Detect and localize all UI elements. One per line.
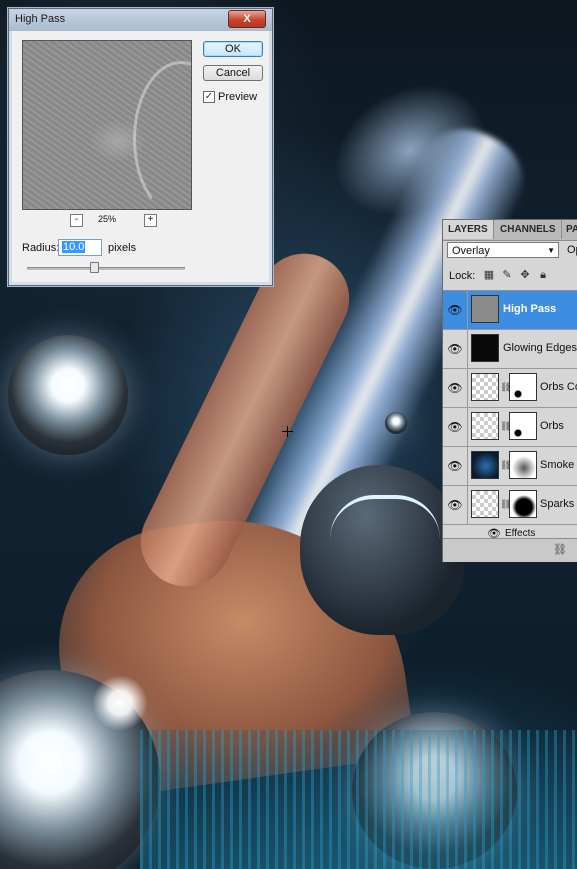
orb-left: [8, 335, 128, 455]
zoom-in-button[interactable]: +: [144, 214, 157, 227]
layer-mask-thumbnail[interactable]: [509, 451, 537, 479]
layer-row[interactable]: 👁︎ Glowing Edges: [443, 330, 577, 369]
layer-mask-thumbnail[interactable]: [509, 490, 537, 518]
brush-lock-icon[interactable]: ✎: [501, 269, 513, 281]
layer-thumbnail: [471, 373, 499, 401]
preview-image-detail: [133, 61, 191, 209]
layer-thumbnail: [471, 451, 499, 479]
layer-name: Orbs Cop: [540, 381, 577, 393]
layer-name: Sparks c: [540, 498, 577, 510]
eye-icon[interactable]: 👁︎: [443, 369, 468, 407]
city-lights: [140, 730, 577, 869]
dialog-titlebar[interactable]: High Pass X: [9, 9, 272, 31]
tab-layers[interactable]: LAYERS: [443, 220, 494, 239]
dialog-body: - 25% + OK Cancel ✓ Preview Radius: 10.0 …: [12, 31, 269, 282]
zoom-out-button[interactable]: -: [70, 214, 83, 227]
crosshair-cursor-icon: [282, 426, 293, 437]
close-button[interactable]: X: [228, 10, 266, 28]
radius-unit: pixels: [108, 242, 137, 254]
layer-name: Orbs: [540, 420, 564, 432]
panel-tabs: LAYERS CHANNELS PA: [443, 220, 577, 241]
layer-thumbnail: [471, 295, 499, 323]
zoom-controls: - 25% +: [22, 214, 192, 228]
link-layers-icon[interactable]: ⛓: [553, 543, 567, 556]
layer-thumbnail: [471, 334, 499, 362]
chest-glow: [92, 675, 148, 731]
ok-button[interactable]: OK: [203, 41, 263, 57]
opacity-label: Op: [567, 244, 577, 256]
layer-row[interactable]: 👁︎ ⛓ Smoke: [443, 447, 577, 486]
preview-checkbox-row[interactable]: ✓ Preview: [203, 91, 258, 104]
layer-row[interactable]: 👁︎ ⛓ Orbs Cop: [443, 369, 577, 408]
move-lock-icon[interactable]: ✥: [519, 269, 531, 281]
eye-icon[interactable]: 👁︎: [443, 408, 468, 446]
tab-channels[interactable]: CHANNELS: [495, 220, 562, 239]
layer-mask-thumbnail[interactable]: [509, 373, 537, 401]
radius-label: Radius:: [22, 242, 60, 254]
eye-icon[interactable]: 👁︎: [443, 291, 468, 329]
figure-helmet: [300, 465, 465, 635]
tab-paths[interactable]: PA: [561, 220, 577, 239]
blend-mode-value: Overlay: [452, 245, 490, 257]
layer-thumbnail: [471, 490, 499, 518]
radius-slider-track[interactable]: [27, 267, 185, 270]
layers-panel: LAYERS CHANNELS PA Overlay ▼ Op Lock: ▦ …: [442, 219, 577, 562]
chevron-down-icon: ▼: [547, 246, 555, 255]
eye-icon[interactable]: 👁︎: [443, 486, 468, 524]
dialog-title: High Pass: [15, 13, 66, 25]
radius-value: 10.0: [62, 241, 86, 253]
layer-thumbnail: [471, 412, 499, 440]
transparency-lock-icon[interactable]: ▦: [483, 269, 495, 281]
filter-preview[interactable]: [22, 40, 192, 210]
preview-checkbox[interactable]: ✓: [203, 91, 215, 104]
panel-bottom-bar: ⛓: [443, 538, 577, 562]
radius-input[interactable]: 10.0: [58, 239, 102, 256]
lock-row: Lock: ▦ ✎ ✥ 🔒︎: [449, 268, 577, 284]
padlock-icon[interactable]: 🔒︎: [537, 269, 549, 281]
layer-name: High Pass: [503, 303, 557, 315]
zoom-level: 25%: [98, 214, 117, 224]
lock-label: Lock:: [449, 270, 476, 282]
blend-mode-select[interactable]: Overlay ▼: [447, 242, 559, 258]
cancel-button[interactable]: Cancel: [203, 65, 263, 81]
orb-small: [385, 412, 407, 434]
eye-icon[interactable]: 👁︎: [443, 330, 468, 368]
layer-name: Glowing Edges: [503, 342, 577, 354]
layer-mask-thumbnail[interactable]: [509, 412, 537, 440]
layer-row[interactable]: 👁︎ ⛓ Sparks c: [443, 486, 577, 525]
layer-row[interactable]: 👁︎ High Pass: [443, 291, 577, 330]
high-pass-dialog: High Pass X - 25% + OK Cancel ✓ Preview R…: [8, 8, 273, 286]
preview-label: Preview: [218, 91, 258, 104]
layer-row[interactable]: 👁︎ ⛓ Orbs: [443, 408, 577, 447]
eye-icon[interactable]: 👁︎: [443, 447, 468, 485]
layer-name: Smoke: [540, 459, 575, 471]
radius-slider-thumb[interactable]: [90, 262, 99, 273]
layer-list: 👁︎ High Pass 👁︎ Glowing Edges 👁︎ ⛓ Orbs …: [443, 290, 577, 544]
